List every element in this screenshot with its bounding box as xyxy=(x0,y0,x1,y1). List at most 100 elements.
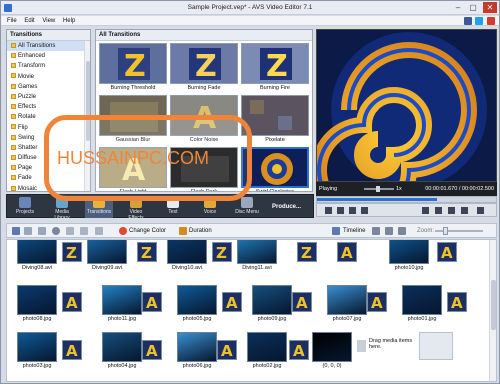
add-icon[interactable] xyxy=(38,227,46,235)
split-icon[interactable] xyxy=(448,207,455,214)
transition-marker-icon[interactable]: A xyxy=(142,292,162,312)
media-thumbnail[interactable] xyxy=(177,285,217,315)
menu-bar: File Edit View Help xyxy=(1,16,499,26)
tree-item-movie[interactable]: Movie xyxy=(7,72,90,82)
snapshot-icon[interactable] xyxy=(422,207,429,214)
speed-slider[interactable] xyxy=(376,186,380,192)
transition-marker-icon[interactable]: A xyxy=(292,292,312,312)
volume-icon[interactable] xyxy=(435,207,442,214)
undo-icon[interactable] xyxy=(66,227,74,235)
transition-marker-icon[interactable]: Z xyxy=(212,242,232,262)
media-thumbnail[interactable] xyxy=(87,240,127,264)
tree-item-puzzle[interactable]: Puzzle xyxy=(7,92,90,102)
redo-icon[interactable] xyxy=(80,227,88,235)
menu-edit[interactable]: Edit xyxy=(24,16,34,26)
tree-item-games[interactable]: Games xyxy=(7,82,90,92)
transition-marker-icon[interactable]: A xyxy=(337,242,357,262)
folder-icon xyxy=(11,165,16,171)
minimize-button[interactable]: – xyxy=(451,2,465,13)
transition-burning-fire[interactable]: Z Burning Fire xyxy=(241,43,309,93)
duration-button[interactable]: Duration xyxy=(189,227,212,235)
media-thumbnail[interactable] xyxy=(102,332,142,362)
menu-view[interactable]: View xyxy=(42,16,55,26)
transition-marker-icon[interactable]: A xyxy=(62,292,82,312)
toolbar-label: Text xyxy=(168,209,178,215)
media-label: photo03.jpg xyxy=(22,363,52,369)
media-thumbnail[interactable] xyxy=(327,285,367,315)
detach-icon[interactable] xyxy=(477,207,484,214)
maximize-button[interactable]: ▢ xyxy=(466,2,480,13)
transition-marker-icon[interactable]: Z xyxy=(62,242,82,262)
view-mode-icon[interactable] xyxy=(372,227,380,235)
media-label: photo06.jpg xyxy=(182,363,212,369)
timeline-button[interactable]: Timeline xyxy=(343,227,365,235)
filter-icon[interactable] xyxy=(398,227,406,235)
media-thumbnail[interactable] xyxy=(402,285,442,315)
transition-marker-icon[interactable]: Z xyxy=(297,242,317,262)
tree-item-label: Games xyxy=(18,83,38,90)
folder-icon xyxy=(11,83,16,89)
drop-zone[interactable]: Drag media items here. xyxy=(357,332,413,360)
transition-marker-icon[interactable]: A xyxy=(142,340,162,360)
stop-icon[interactable] xyxy=(337,207,344,214)
youtube-icon[interactable] xyxy=(487,17,495,25)
transition-marker-icon[interactable]: Z xyxy=(137,242,157,262)
media-thumbnail[interactable] xyxy=(177,332,217,362)
sort-icon[interactable] xyxy=(385,227,393,235)
tree-item-enhanced[interactable]: Enhanced xyxy=(7,51,90,61)
fullscreen-icon[interactable] xyxy=(461,207,468,214)
media-label: photo11.jpg xyxy=(107,316,137,322)
menu-help[interactable]: Help xyxy=(63,16,75,26)
media-thumbnail[interactable] xyxy=(17,285,57,315)
play-icon[interactable] xyxy=(325,207,332,214)
close-button[interactable]: ✕ xyxy=(483,2,497,13)
media-thumbnail[interactable] xyxy=(312,332,352,362)
menu-file[interactable]: File xyxy=(7,16,17,26)
media-thumbnail[interactable] xyxy=(389,240,429,264)
media-thumbnail[interactable] xyxy=(102,285,142,315)
transition-marker-icon[interactable]: A xyxy=(447,292,467,312)
transition-marker-icon[interactable]: A xyxy=(437,242,457,262)
transition-burning-fade[interactable]: Z Burning Fade xyxy=(170,43,238,93)
folder-icon xyxy=(11,93,16,99)
produce-button[interactable]: Produce... xyxy=(272,196,312,218)
media-thumbnail[interactable] xyxy=(167,240,207,264)
back-icon[interactable] xyxy=(12,227,20,235)
next-icon[interactable] xyxy=(361,207,368,214)
folder-icon xyxy=(11,154,16,160)
tree-item-label: Effects xyxy=(18,104,37,111)
transition-marker-icon[interactable]: A xyxy=(289,340,309,360)
media-thumbnail[interactable] xyxy=(252,285,292,315)
delete-icon[interactable] xyxy=(52,227,60,235)
tree-item-transform[interactable]: Transform xyxy=(7,61,90,71)
tree-item-effects[interactable]: Effects xyxy=(7,102,90,112)
transition-burning-threshold[interactable]: Z Burning Threshold xyxy=(99,43,167,93)
tree-item-all-transitions[interactable]: All Transitions xyxy=(7,41,90,52)
media-thumbnail[interactable] xyxy=(247,332,287,362)
transition-marker-icon[interactable]: A xyxy=(217,340,237,360)
media-label: Diving08.avi xyxy=(22,265,52,271)
settings-icon[interactable] xyxy=(95,227,103,235)
toolbar-label: Transitions xyxy=(86,209,112,215)
twitter-icon[interactable] xyxy=(475,17,484,25)
preview-player[interactable] xyxy=(316,29,497,182)
transition-marker-icon[interactable]: A xyxy=(222,292,242,312)
media-label: photo09.jpg xyxy=(257,316,287,322)
transition-marker-icon[interactable]: A xyxy=(62,340,82,360)
toolbar-projects[interactable]: Projects xyxy=(11,196,39,218)
tree-item-label: Page xyxy=(18,165,33,172)
transition-thumbnail: Z xyxy=(99,43,167,84)
previous-icon[interactable] xyxy=(349,207,356,214)
media-thumbnail[interactable] xyxy=(237,240,277,264)
change-color-button[interactable]: Change Color xyxy=(129,227,166,235)
media-thumbnail[interactable] xyxy=(17,332,57,362)
media-thumbnail[interactable] xyxy=(17,240,57,264)
forward-icon[interactable] xyxy=(24,227,32,235)
media-scrollbar[interactable] xyxy=(489,240,496,381)
tree-item-label: Shatter xyxy=(18,144,38,151)
disc-menu-icon xyxy=(241,197,253,208)
zoom-thumb[interactable] xyxy=(443,227,448,235)
facebook-icon[interactable] xyxy=(463,17,472,25)
transition-marker-icon[interactable]: A xyxy=(367,292,387,312)
seek-bar[interactable] xyxy=(316,196,497,203)
